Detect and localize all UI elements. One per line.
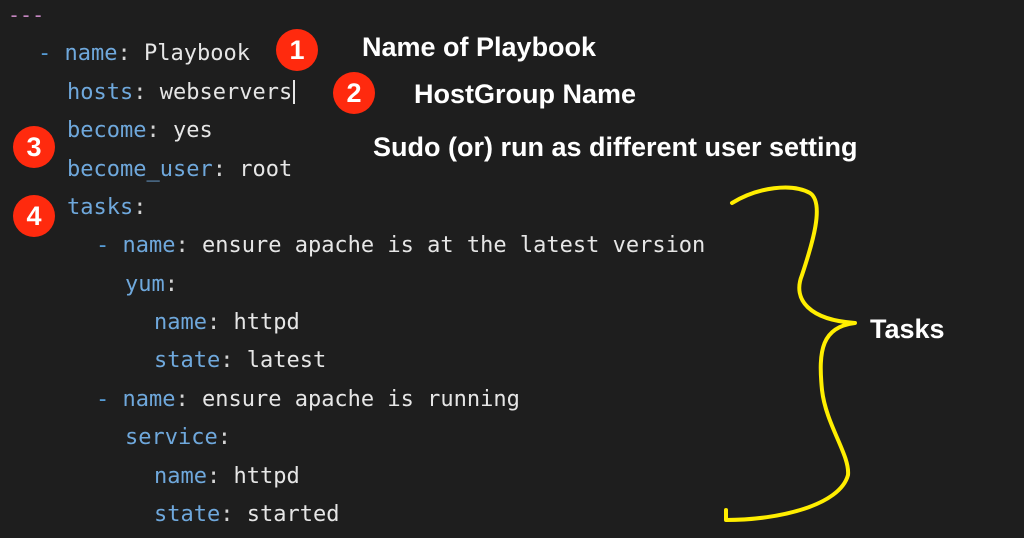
code-line-yum: yum:	[125, 272, 178, 297]
yaml-value: ensure apache is running	[201, 387, 520, 412]
yaml-key: name	[154, 310, 207, 335]
yaml-key: name	[122, 233, 176, 258]
code-line-become-user: become_user: root	[67, 157, 293, 182]
code-line-hosts: hosts: webservers	[67, 78, 296, 108]
code-line-service-state: state: started	[154, 502, 340, 527]
code-line-service: service:	[125, 425, 231, 450]
badge-2: 2	[333, 72, 375, 114]
yaml-key: become_user	[67, 157, 213, 182]
list-dash: -	[96, 233, 123, 258]
annotation-hostgroup-name: HostGroup Name	[414, 79, 637, 109]
list-dash: -	[38, 41, 65, 66]
yaml-key: yum	[125, 272, 165, 297]
yaml-key: hosts	[67, 80, 134, 105]
code-line-task1-name: - name: ensure apache is at the latest v…	[96, 233, 706, 258]
yaml-value: httpd	[233, 310, 300, 335]
yaml-value: ensure apache is at the latest version	[201, 233, 706, 258]
annotation-tasks-label: Tasks	[870, 314, 945, 344]
badge-1: 1	[276, 29, 318, 71]
yaml-value: Playbook	[143, 41, 250, 66]
code-line-service-name: name: httpd	[154, 464, 300, 489]
yaml-value: root	[239, 157, 293, 182]
code-line-yum-name: name: httpd	[154, 310, 300, 335]
badge-4: 4	[13, 195, 55, 237]
yaml-key: state	[154, 348, 221, 373]
yaml-value: latest	[246, 348, 327, 373]
yaml-key: service	[125, 425, 218, 450]
curly-brace-icon	[724, 185, 857, 522]
annotation-name-of-playbook: Name of Playbook	[362, 32, 597, 62]
yaml-value: yes	[172, 118, 213, 143]
code-line-yum-state: state: latest	[154, 348, 327, 373]
yaml-document-start: ---	[8, 3, 45, 27]
yaml-value: started	[246, 502, 340, 527]
yaml-key: state	[154, 502, 221, 527]
code-line-become: become: yes	[67, 118, 213, 143]
yaml-key: tasks	[67, 195, 134, 220]
badge-3: 3	[13, 126, 55, 168]
yaml-value: webservers	[159, 80, 293, 105]
code-line-name: - name: Playbook	[38, 41, 250, 66]
yaml-value: httpd	[233, 464, 300, 489]
yaml-key: name	[154, 464, 207, 489]
annotation-sudo-setting: Sudo (or) run as different user setting	[373, 132, 858, 162]
text-cursor	[293, 80, 296, 104]
yaml-key: name	[122, 387, 176, 412]
yaml-key: name	[64, 41, 118, 66]
code-line-tasks: tasks:	[67, 195, 147, 220]
list-dash: -	[96, 387, 123, 412]
yaml-key: become	[67, 118, 147, 143]
code-line-task2-name: - name: ensure apache is running	[96, 387, 520, 412]
